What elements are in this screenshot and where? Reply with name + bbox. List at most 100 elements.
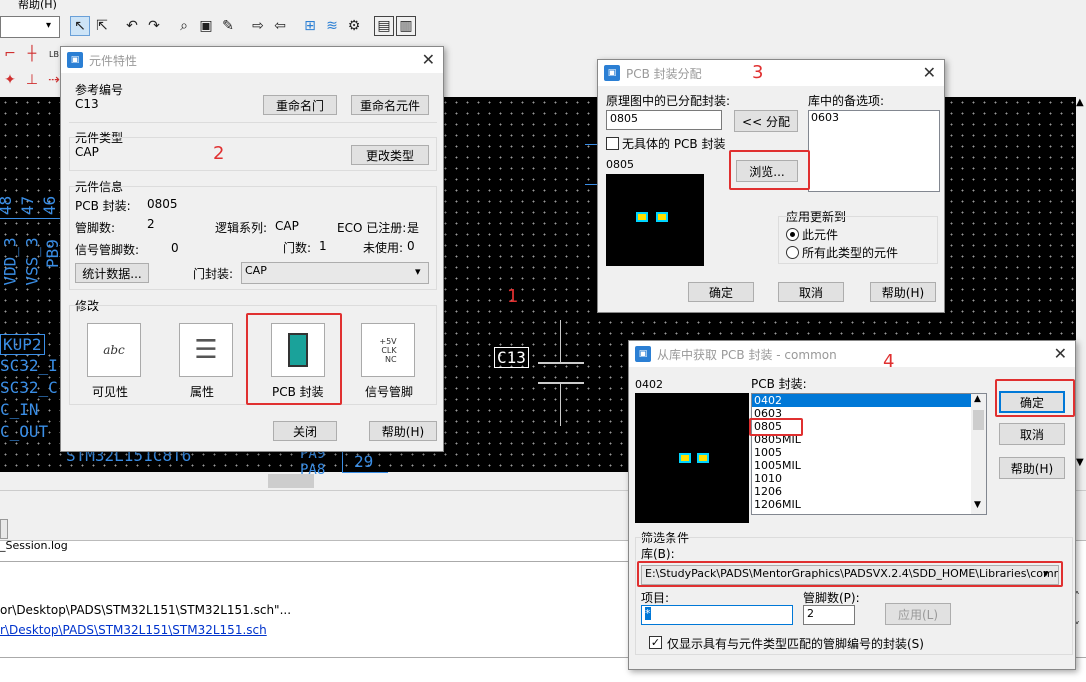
pcb-label: PCB 封装: (75, 199, 131, 213)
output-tab[interactable] (0, 519, 8, 539)
attributes-icon: ☰ (194, 335, 218, 365)
pcb-list-label: PCB 封装: (751, 377, 807, 391)
wire-stub (585, 184, 597, 185)
only-matching-checkbox[interactable]: ✓ (649, 636, 662, 649)
app-logo-icon: ▣ (635, 346, 651, 362)
signal-pins-button[interactable]: +5V CLK NC (361, 323, 415, 377)
cancel-button[interactable]: 取消 (778, 282, 844, 302)
chip-icon (288, 333, 308, 367)
rename-gate-button[interactable]: 重命名门 (263, 95, 337, 115)
decal-preview (606, 174, 704, 266)
visibility-label: 可见性 (92, 385, 129, 399)
close-icon[interactable]: ✕ (1054, 344, 1067, 363)
no-pcb-checkbox[interactable] (606, 137, 619, 150)
undo-icon[interactable]: ↶ (122, 16, 142, 36)
list-item[interactable]: 0402 (752, 394, 986, 407)
lib-options-list[interactable]: 0603 (808, 110, 940, 192)
close-icon[interactable]: ✕ (923, 63, 936, 82)
select-arrow-icon[interactable]: ↖ (70, 16, 90, 36)
close-icon[interactable]: ✕ (422, 50, 435, 69)
gate-pkg-value: CAP (245, 264, 267, 277)
brush-icon[interactable]: ✎ (218, 16, 238, 36)
list-item[interactable]: 1005 (752, 446, 986, 459)
visibility-button[interactable]: abc (87, 323, 141, 377)
marker-4: 4 (883, 351, 895, 372)
back-icon[interactable]: ⇦ (270, 16, 290, 36)
layout-link-icon[interactable]: ⊞ (300, 16, 320, 36)
assign-button[interactable]: << 分配 (734, 110, 798, 132)
pins-count-input[interactable]: 2 (803, 605, 855, 625)
library-label: 库(B): (641, 547, 675, 561)
all-parts-label: 所有此类型的元件 (802, 246, 899, 260)
scroll-thumb[interactable] (973, 410, 984, 430)
redo-icon[interactable]: ↷ (144, 16, 164, 36)
ok-button[interactable]: 确定 (688, 282, 754, 302)
bus-icon[interactable]: ┼ (22, 44, 42, 64)
library-icon[interactable]: ▣ (196, 16, 216, 36)
ok-button[interactable]: 确定 (999, 391, 1065, 413)
scroll-down-icon[interactable]: ▼ (974, 500, 981, 510)
list-item[interactable]: 1206MIL (752, 498, 986, 511)
help-button[interactable]: 帮助(H) (870, 282, 936, 302)
lib-options-label: 库中的备选项: (808, 94, 885, 108)
assigned-input[interactable]: 0805 (606, 110, 722, 130)
zoom-icon[interactable]: ⌕ (174, 16, 194, 36)
cancel-button[interactable]: 取消 (999, 423, 1065, 445)
assigned-label: 原理图中的已分配封装: (606, 94, 731, 108)
all-parts-radio[interactable] (786, 246, 799, 259)
window-alt-icon[interactable]: ▥ (396, 16, 416, 36)
pcb-decal-list[interactable]: 0402 0603 0805 0805MIL 1005 1005MIL 1010… (751, 393, 987, 515)
settings-icon[interactable]: ⚙ (344, 16, 364, 36)
list-item[interactable]: 1010 (752, 472, 986, 485)
list-item[interactable]: 0603 (809, 111, 939, 124)
pins-count-label: 管脚数(P): (803, 591, 860, 605)
ref-designator[interactable]: C13 (494, 347, 529, 368)
pin-number: 46 (40, 195, 60, 216)
scroll-up-icon[interactable]: ▲ (974, 394, 981, 404)
list-item[interactable]: 1206 (752, 485, 986, 498)
net-label: SC32_I (0, 356, 58, 375)
canvas-scrollbar-v[interactable]: ▲ ▼ (1076, 97, 1086, 472)
scroll-up-icon[interactable]: ▲ (1076, 97, 1084, 108)
pin-number: 48 (0, 195, 16, 216)
wire-icon[interactable]: ⌐ (0, 44, 20, 64)
power-icon[interactable]: ✦ (0, 70, 20, 90)
library-select[interactable]: E:\StudyPack\PADS\MentorGraphics\PADSVX.… (641, 565, 1059, 585)
ground-icon[interactable]: ⊥ (22, 70, 42, 90)
this-part-radio[interactable] (786, 228, 799, 241)
window-icon[interactable]: ▤ (374, 16, 394, 36)
select-filter-icon[interactable]: ⇱ (92, 16, 112, 36)
preview-label: 0805 (606, 158, 634, 171)
library-path: E:\StudyPack\PADS\MentorGraphics\PADSVX.… (645, 567, 1059, 580)
help-button[interactable]: 帮助(H) (999, 457, 1065, 479)
signal-pins-icon: +5V CLK NC (379, 336, 397, 364)
pad-right (656, 212, 668, 222)
rename-part-button[interactable]: 重命名元件 (351, 95, 429, 115)
browse-button[interactable]: 浏览... (736, 160, 798, 182)
statistics-button[interactable]: 统计数据... (75, 263, 149, 283)
pcb-decal-button[interactable] (271, 323, 325, 377)
get-decal-from-library-dialog: ▣ 从库中获取 PCB 封装 - common ✕ 4 0402 PCB 封装:… (628, 340, 1076, 670)
app-logo-icon: ▣ (604, 65, 620, 81)
scroll-down-icon[interactable]: ▼ (1076, 457, 1084, 468)
net-label: KUP2 (0, 334, 45, 355)
forward-icon[interactable]: ⇨ (248, 16, 268, 36)
router-link-icon[interactable]: ≋ (322, 16, 342, 36)
close-button[interactable]: 关闭 (273, 421, 337, 441)
help-button[interactable]: 帮助(H) (369, 421, 437, 441)
list-item[interactable]: 1005MIL (752, 459, 986, 472)
list-item[interactable]: 0805 (752, 420, 986, 433)
apply-button[interactable]: 应用(L) (885, 603, 951, 625)
app-logo-icon: ▣ (67, 52, 83, 68)
change-type-button[interactable]: 更改类型 (351, 145, 429, 165)
eco-value: 是 (407, 221, 420, 235)
gate-pkg-select[interactable]: CAP (241, 262, 429, 284)
menu-help[interactable]: 帮助(H) (18, 0, 57, 12)
list-scrollbar[interactable]: ▲ ▼ (971, 394, 986, 514)
part-properties-dialog: ▣ 元件特性 ✕ 参考编号 C13 重命名门 重命名元件 元件类型 CAP 2 … (60, 46, 444, 452)
attributes-button[interactable]: ☰ (179, 323, 233, 377)
list-item[interactable]: 0805MIL (752, 433, 986, 446)
output-link[interactable]: r\Desktop\PADS\STM32L151\STM32L151.sch (0, 623, 267, 637)
item-input[interactable]: * (641, 605, 793, 625)
list-item[interactable]: 0603 (752, 407, 986, 420)
